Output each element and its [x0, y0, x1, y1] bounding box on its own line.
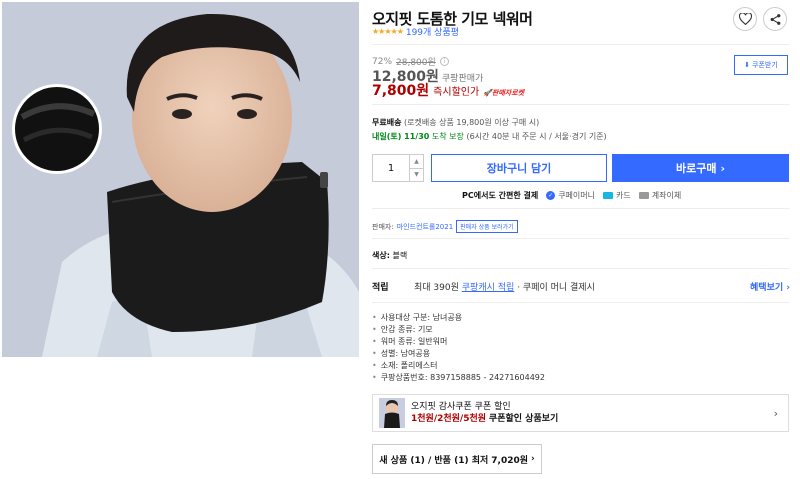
discount-rate: 72% — [372, 56, 393, 67]
chevron-right-icon: › — [773, 406, 778, 420]
shipping-info: 무료배송 (로켓배송 상품 19,800원 이상 구매 시) — [372, 117, 539, 128]
divider — [372, 44, 790, 45]
rating: ★★★★★ 199개 상품평 — [372, 25, 459, 38]
payment-bank[interactable]: 계좌이체 — [638, 190, 682, 201]
star-rating-icon: ★★★★★ — [372, 27, 404, 36]
benefit-amount: 최대 390원 — [414, 283, 459, 293]
sale-price-label: 즉시할인가 — [433, 87, 480, 98]
promo-amounts: 1천원/2천원/5천원 — [411, 414, 487, 424]
payment-option-label: 카드 — [616, 191, 631, 200]
divider — [372, 208, 790, 209]
promo-subtitle: 1천원/2천원/5천원 쿠폰할인 상품보기 — [411, 413, 558, 425]
seller-label: 판매자: — [372, 222, 394, 231]
info-icon[interactable]: i — [439, 57, 449, 66]
sale-price: 7,800원 — [372, 83, 430, 99]
color-label: 색상: — [372, 251, 390, 260]
payment-card[interactable]: 카드 — [603, 190, 631, 201]
coupon-download-button[interactable]: ⬇ 쿠폰받기 — [734, 55, 788, 75]
review-count-link[interactable]: 199개 상품평 — [406, 25, 459, 38]
divider — [372, 238, 790, 239]
new-used-button[interactable]: 새 상품 (1) / 반품 (1) 최저 7,020원 › — [372, 444, 542, 474]
benefit-label: 적립 — [372, 283, 389, 293]
rocket-badge: 🚀판매자로켓 — [483, 89, 525, 97]
bank-icon — [638, 192, 649, 199]
quantity-down-icon[interactable]: ▼ — [410, 167, 423, 182]
color-option: 색상: 블랙 — [372, 250, 407, 261]
coupon-button-label: 쿠폰받기 — [752, 61, 778, 69]
divider — [372, 268, 790, 269]
seller-products-button[interactable]: 판매자 상품 보러가기 — [456, 220, 518, 233]
card-icon — [603, 192, 613, 199]
shipping-condition: (로켓배송 상품 19,800원 이상 구매 시) — [404, 118, 540, 127]
arrival-note: (6시간 40분 내 주문 시 / 서울⋅경기 기준) — [466, 132, 607, 141]
sale-price-row: 7,800원 즉시할인가 🚀판매자로켓 — [372, 80, 524, 100]
divider — [372, 104, 790, 105]
color-value: 블랙 — [392, 251, 408, 260]
download-icon: ⬇ — [744, 61, 751, 69]
share-button[interactable] — [763, 7, 787, 31]
arrival-info: 내일(토) 11/30 도착 보장 (6시간 40분 내 주문 시 / 서울⋅경… — [372, 131, 607, 142]
quantity-stepper[interactable]: 1 ▲ ▼ — [372, 154, 424, 182]
heart-icon — [738, 13, 752, 25]
list-item: 사용대상 구분: 남녀공용 — [372, 312, 545, 324]
seller-info: 판매자: 마인드컨트롤2021 판매자 상품 보러가기 — [372, 220, 518, 233]
promo-cta: 쿠폰할인 상품보기 — [488, 414, 559, 424]
product-attributes: 사용대상 구분: 남녀공용 안감 종류: 기모 워머 종류: 일반워머 성별: … — [372, 312, 545, 384]
chevron-right-icon: › — [720, 161, 726, 175]
payment-lead: PC에서도 간편한 결제 — [462, 191, 539, 200]
arrival-date: 내일(토) 11/30 — [372, 132, 430, 141]
rocket-badge-label: 판매자로켓 — [491, 89, 525, 97]
benefit-text: 최대 390원 쿠팡캐시 적립 · 쿠페이 머니 결제시 — [414, 280, 595, 293]
list-item: 소재: 폴리에스터 — [372, 360, 545, 372]
payment-option-label: 쿠페이머니 — [558, 191, 595, 200]
payment-option-label: 계좌이체 — [651, 191, 682, 200]
benefit-suffix: · 쿠페이 머니 결제시 — [517, 283, 595, 293]
coupay-icon: ✓ — [546, 191, 556, 200]
quantity-input[interactable]: 1 — [373, 155, 409, 181]
promo-title: 오지핏 감사쿠폰 쿠폰 할인 — [411, 402, 511, 412]
quantity-up-icon[interactable]: ▲ — [410, 155, 423, 168]
product-image[interactable] — [2, 2, 359, 357]
list-item: 워머 종류: 일반워머 — [372, 336, 545, 348]
promo-thumbnail — [379, 398, 405, 428]
benefit-row: 적립 최대 390원 쿠팡캐시 적립 · 쿠페이 머니 결제시 혜택보기 › — [372, 280, 790, 293]
wishlist-button[interactable] — [733, 7, 757, 31]
seller-name-link[interactable]: 마인드컨트롤2021 — [397, 222, 453, 232]
list-item: 쿠팡상품번호: 8397158885 - 24271604492 — [372, 372, 545, 384]
new-used-price: 7,020원 — [491, 455, 529, 466]
coupon-promo-banner[interactable]: 오지핏 감사쿠폰 쿠폰 할인 1천원/2천원/5천원 쿠폰할인 상품보기 › — [372, 394, 789, 432]
add-to-cart-button[interactable]: 장바구니 담기 — [431, 154, 607, 182]
arrival-suffix: 도착 보장 — [431, 132, 464, 141]
list-item: 성별: 남여공용 — [372, 348, 545, 360]
benefit-more-link[interactable]: 혜택보기 › — [750, 280, 790, 293]
share-icon — [770, 13, 780, 25]
buy-now-label: 바로구매 — [675, 162, 717, 175]
list-item: 안감 종류: 기모 — [372, 324, 545, 336]
new-used-label: 새 상품 (1) / 반품 (1) 최저 — [379, 455, 489, 466]
coupang-cash-link[interactable]: 쿠팡캐시 적립 — [462, 283, 515, 293]
buy-now-button[interactable]: 바로구매 › — [612, 154, 789, 182]
divider — [372, 302, 790, 303]
payment-options: PC에서도 간편한 결제 ✓ 쿠페이머니 카드 계좌이체 — [462, 190, 681, 201]
chevron-right-icon: › — [531, 454, 535, 464]
payment-coupay[interactable]: ✓ 쿠페이머니 — [546, 190, 595, 201]
shipping-title: 무료배송 — [372, 118, 402, 127]
product-photo-illustration — [2, 2, 359, 357]
